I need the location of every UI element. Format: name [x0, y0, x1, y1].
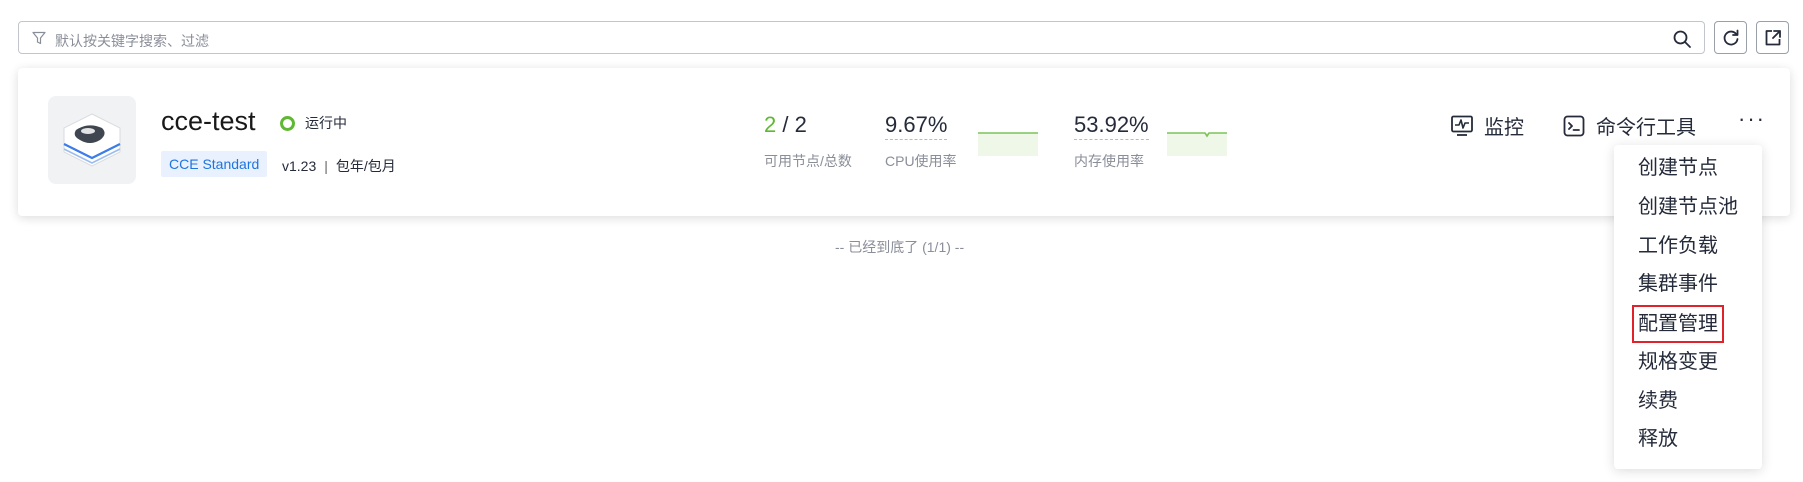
more-actions-button[interactable]: ···	[1738, 106, 1766, 132]
search-icon[interactable]	[1672, 29, 1692, 49]
nodes-slash: /	[776, 112, 795, 137]
cluster-card: cce-test 运行中 CCE Standard v1.23 | 包年/包月 2 …	[18, 68, 1790, 216]
meta-separator: |	[324, 158, 328, 174]
cpu-usage-label: CPU使用率	[885, 153, 957, 169]
export-button[interactable]	[1756, 21, 1789, 54]
monitor-label: 监控	[1484, 117, 1524, 139]
billing-mode: 包年/包月	[335, 158, 396, 174]
cluster-version: v1.23	[282, 158, 317, 174]
cluster-meta: v1.23 | 包年/包月	[282, 156, 396, 176]
cli-tool-button[interactable]: 命令行工具	[1562, 111, 1696, 140]
search-placeholder: 默认按关键字搜索、过滤	[55, 33, 209, 49]
nodes-label: 可用节点/总数	[764, 153, 852, 169]
menu-item-spec-change[interactable]: 规格变更	[1638, 349, 1718, 375]
terminal-icon	[1563, 115, 1585, 136]
menu-item-config-management[interactable]: 配置管理	[1632, 305, 1724, 343]
status-running-icon	[280, 115, 295, 131]
filter-icon	[32, 31, 46, 45]
refresh-icon	[1723, 29, 1739, 46]
search-toolbar: 默认按关键字搜索、过滤	[18, 21, 1802, 58]
refresh-button[interactable]	[1714, 21, 1747, 54]
menu-item-workload[interactable]: 工作负载	[1638, 233, 1718, 259]
cluster-status: 运行中	[280, 113, 347, 133]
edition-tag: CCE Standard	[161, 151, 268, 177]
memory-usage-value[interactable]: 53.92%	[1074, 112, 1149, 140]
search-input[interactable]: 默认按关键字搜索、过滤	[18, 21, 1705, 54]
monitor-button[interactable]: 监控	[1450, 111, 1524, 140]
menu-item-cluster-events[interactable]: 集群事件	[1638, 271, 1718, 297]
memory-usage-label: 内存使用率	[1074, 153, 1144, 169]
more-actions-menu: 创建节点 创建节点池 工作负载 集群事件 配置管理 规格变更 续费 释放	[1614, 145, 1762, 469]
end-of-list-note: -- 已经到底了 (1/1) --	[835, 239, 965, 255]
menu-item-renew[interactable]: 续费	[1638, 388, 1678, 414]
monitor-icon	[1451, 115, 1473, 136]
cluster-icon	[48, 96, 136, 184]
nodes-total: 2	[794, 112, 807, 137]
cluster-name[interactable]: cce-test	[161, 106, 256, 137]
nodes-available: 2	[764, 112, 777, 137]
export-icon	[1765, 30, 1781, 46]
menu-item-create-node-pool[interactable]: 创建节点池	[1638, 194, 1738, 220]
cli-tool-label: 命令行工具	[1596, 117, 1696, 139]
memory-sparkline	[1167, 132, 1227, 156]
cpu-usage-value[interactable]: 9.67%	[885, 112, 948, 140]
status-label: 运行中	[305, 115, 347, 131]
nodes-value: 2 / 2	[764, 112, 807, 138]
menu-item-create-node[interactable]: 创建节点	[1638, 155, 1718, 181]
menu-item-release[interactable]: 释放	[1638, 426, 1678, 452]
cpu-sparkline	[978, 132, 1038, 156]
